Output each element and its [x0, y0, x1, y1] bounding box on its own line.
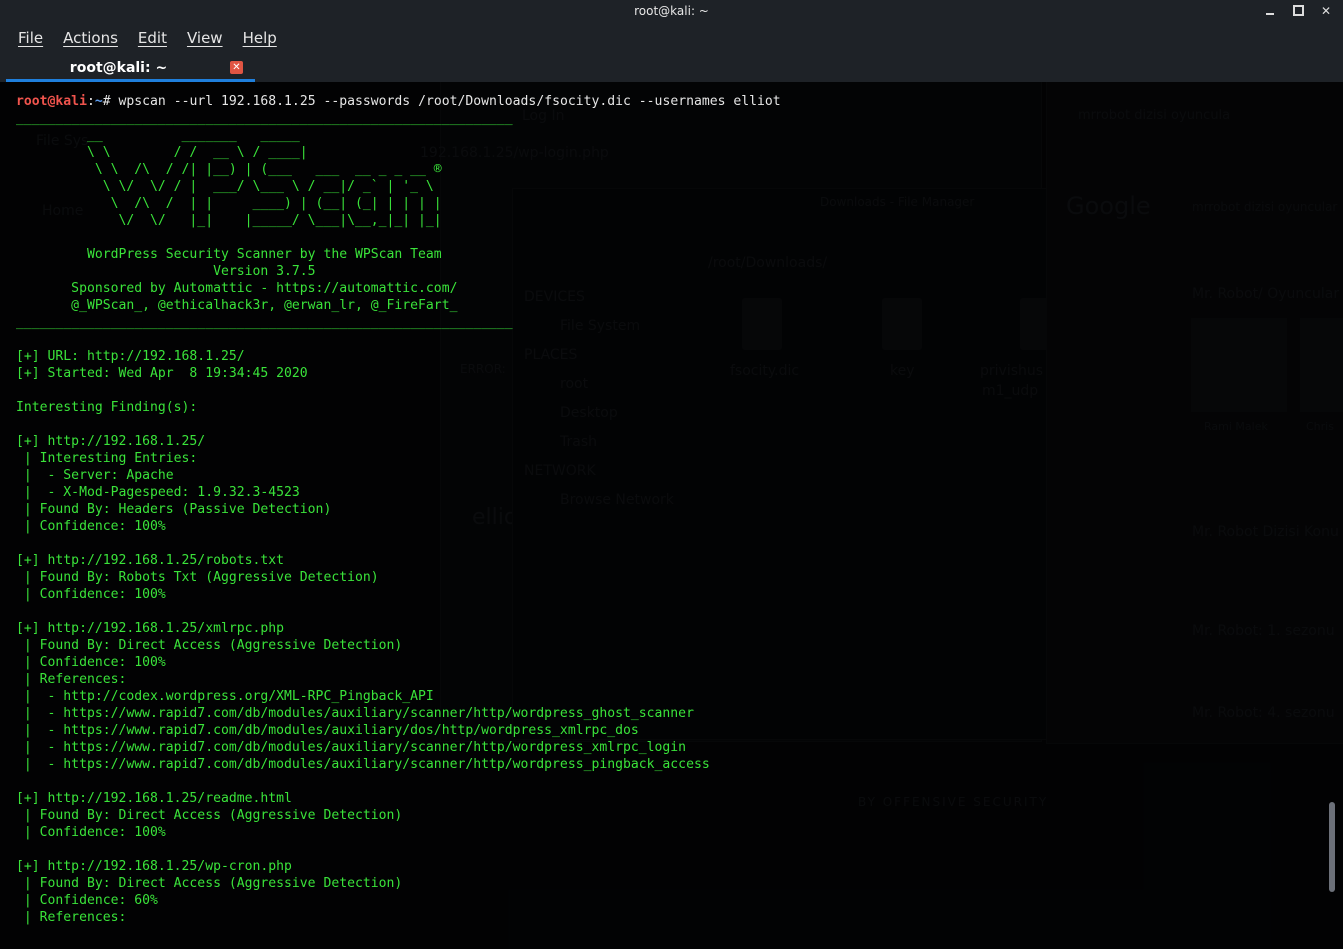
- terminal-line: \/ \/ |_| |_____/ \___|\__,_|_| |_|: [16, 213, 442, 228]
- terminal-line: | Confidence: 60%: [16, 893, 158, 908]
- menu-actions[interactable]: Actions: [53, 29, 128, 47]
- terminal-line: | - https://www.rapid7.com/db/modules/au…: [16, 757, 710, 772]
- menu-help[interactable]: Help: [233, 29, 287, 47]
- terminal-line: | Found By: Direct Access (Aggressive De…: [16, 808, 403, 823]
- command-text: wpscan --url 192.168.1.25 --passwords /r…: [110, 94, 781, 109]
- terminal-line: \ \ /\ / /| |__) | (___ ___ __ _ _ __ ®: [16, 162, 442, 177]
- terminal-line: ________________________________________…: [16, 111, 513, 126]
- terminal-line: | Found By: Robots Txt (Aggressive Detec…: [16, 570, 379, 585]
- window-title: root@kali: ~: [634, 4, 709, 18]
- terminal-line: WordPress Security Scanner by the WPScan…: [16, 247, 442, 262]
- terminal-line: @_WPScan_, @ethicalhack3r, @erwan_lr, @_…: [16, 298, 458, 313]
- terminal-line: | - http://codex.wordpress.org/XML-RPC_P…: [16, 689, 434, 704]
- terminal-line: Version 3.7.5: [16, 264, 316, 279]
- terminal-line: ________________________________________…: [16, 315, 513, 330]
- terminal-line: | Found By: Direct Access (Aggressive De…: [16, 638, 403, 653]
- terminal-line: [+] Started: Wed Apr 8 19:34:45 2020: [16, 366, 308, 381]
- terminal-line: | Confidence: 100%: [16, 655, 166, 670]
- terminal-line: | - Server: Apache: [16, 468, 174, 483]
- terminal-line: | - X-Mod-Pagespeed: 1.9.32.3-4523: [16, 485, 300, 500]
- close-tab-icon[interactable]: ✕: [230, 61, 243, 74]
- terminal-line: __ _______ _____: [16, 128, 300, 143]
- terminal-area[interactable]: root@kali:~# wpscan --url 192.168.1.25 -…: [0, 82, 1343, 949]
- terminal-line: Sponsored by Automattic - https://automa…: [16, 281, 458, 296]
- prompt-line: root@kali:~# wpscan --url 192.168.1.25 -…: [16, 94, 781, 109]
- menu-bar: File Actions Edit View Help: [0, 22, 1343, 54]
- terminal-tab[interactable]: root@kali: ~ ✕: [6, 56, 255, 82]
- terminal-line: | References:: [16, 672, 127, 687]
- minimize-button[interactable]: [1263, 4, 1277, 18]
- terminal-line: | - https://www.rapid7.com/db/modules/au…: [16, 740, 687, 755]
- terminal-line: | References:: [16, 910, 127, 925]
- prompt-user: root@kali: [16, 94, 87, 109]
- terminal-line: | Found By: Direct Access (Aggressive De…: [16, 876, 403, 891]
- prompt-path: ~: [94, 94, 103, 109]
- terminal-line: [+] http://192.168.1.25/wp-cron.php: [16, 859, 292, 874]
- terminal-line: | Confidence: 100%: [16, 587, 166, 602]
- menu-edit[interactable]: Edit: [128, 29, 177, 47]
- terminal-line: [+] http://192.168.1.25/: [16, 434, 206, 449]
- window-controls: ✕: [1263, 4, 1333, 18]
- close-window-button[interactable]: ✕: [1319, 4, 1333, 18]
- terminal-line: \ \ / / __ \ / ____|: [16, 145, 308, 160]
- terminal-line: [+] http://192.168.1.25/readme.html: [16, 791, 292, 806]
- terminal-line: Interesting Finding(s):: [16, 400, 198, 415]
- terminal-line: | Confidence: 100%: [16, 825, 166, 840]
- menu-file[interactable]: File: [8, 29, 53, 47]
- terminal-line: [+] http://192.168.1.25/xmlrpc.php: [16, 621, 285, 636]
- menu-view[interactable]: View: [177, 29, 233, 47]
- tab-bar: root@kali: ~ ✕: [0, 54, 1343, 82]
- terminal-scrollbar[interactable]: [1329, 802, 1335, 892]
- maximize-button[interactable]: [1291, 4, 1305, 18]
- terminal-output: root@kali:~# wpscan --url 192.168.1.25 -…: [16, 93, 781, 926]
- terminal-line: | Confidence: 100%: [16, 519, 166, 534]
- terminal-line: | - https://www.rapid7.com/db/modules/au…: [16, 723, 639, 738]
- terminal-line: [+] http://192.168.1.25/robots.txt: [16, 553, 285, 568]
- terminal-line: | - https://www.rapid7.com/db/modules/au…: [16, 706, 694, 721]
- prompt-symbol: #: [102, 94, 111, 109]
- terminal-line: | Interesting Entries:: [16, 451, 198, 466]
- terminal-line: [+] URL: http://192.168.1.25/: [16, 349, 245, 364]
- terminal-line: | Found By: Headers (Passive Detection): [16, 502, 332, 517]
- terminal-line: \ \/ \/ / | ___/ \___ \ / __|/ _` | '_ \: [16, 179, 434, 194]
- terminal-line: \ /\ / | | ____) | (__| (_| | | | |: [16, 196, 442, 211]
- window-titlebar: root@kali: ~ ✕: [0, 0, 1343, 22]
- terminal-tab-label: root@kali: ~: [69, 60, 168, 76]
